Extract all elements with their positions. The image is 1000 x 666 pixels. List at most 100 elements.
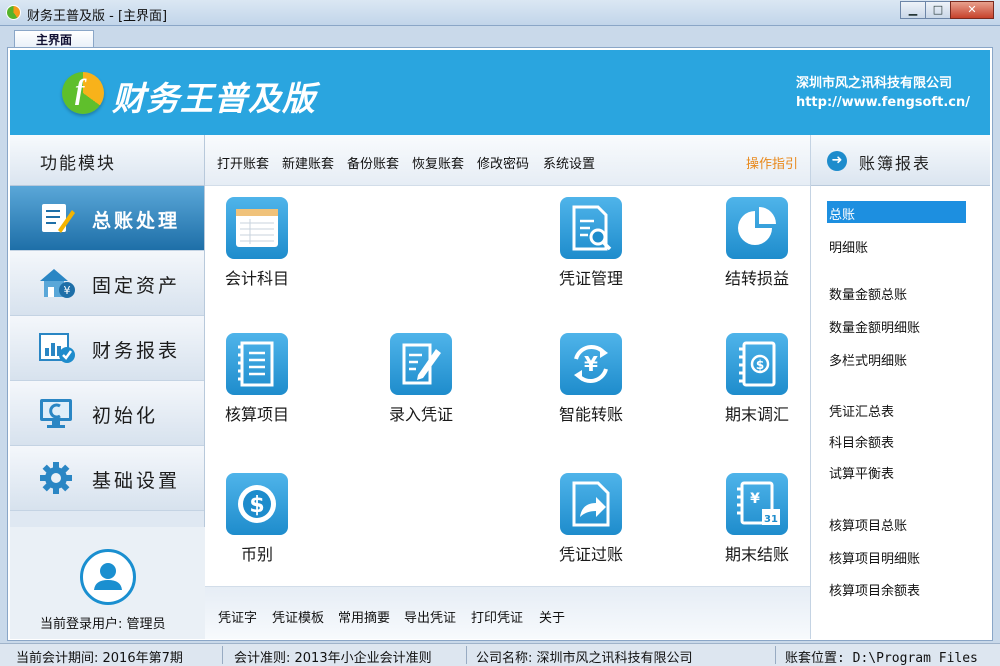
svg-text:$: $ — [249, 493, 264, 518]
report-link-item-general[interactable]: 核算项目总账 — [829, 515, 907, 534]
print-voucher-link[interactable]: 打印凭证 — [471, 607, 523, 626]
yen-cycle-icon: ¥ — [574, 345, 608, 383]
report-link-detail-ledger[interactable]: 明细账 — [829, 237, 868, 256]
backup-account-set-link[interactable]: 备份账套 — [347, 153, 399, 172]
ledger-table-icon — [236, 209, 278, 247]
module-enter-voucher[interactable]: 录入凭证 — [376, 333, 466, 425]
gear-icon — [40, 462, 72, 494]
status-account-location: 账套位置: D:\Program Files — [785, 651, 978, 666]
common-summary-link[interactable]: 常用摘要 — [338, 607, 390, 626]
report-link-subject-balance[interactable]: 科目余额表 — [829, 432, 894, 451]
operation-guide-link[interactable]: 操作指引 — [746, 153, 798, 172]
window-title-bar: 财务王普及版 - [主界面] ▁ □ ✕ — [0, 0, 1000, 26]
restore-account-set-link[interactable]: 恢复账套 — [412, 153, 464, 172]
sidebar-item-initialization[interactable]: 初始化 — [10, 381, 204, 446]
ledger-reports-header: ➜ 账簿报表 — [811, 135, 990, 186]
module-label: 智能转账 — [558, 405, 623, 424]
module-smart-transfer[interactable]: ¥ 智能转账 — [546, 333, 636, 425]
sidebar-header: 功能模块 — [10, 135, 204, 186]
top-toolbar: 打开账套 新建账套 备份账套 恢复账套 修改密码 系统设置 操作指引 — [205, 135, 810, 186]
module-accounting-items[interactable]: 核算项目 — [212, 333, 302, 425]
module-tile: $ — [226, 473, 288, 535]
company-info: 深圳市风之讯科技有限公司 http://www.fengsoft.cn/ — [796, 74, 970, 112]
edit-document-icon — [402, 343, 441, 385]
tab-strip: 主界面 — [0, 26, 1000, 49]
maximize-button[interactable]: □ — [925, 1, 951, 19]
company-url[interactable]: http://www.fengsoft.cn/ — [796, 93, 970, 112]
svg-text:31: 31 — [764, 514, 778, 525]
sidebar-item-label: 总账处理 — [92, 210, 181, 232]
window-title: 财务王普及版 - [主界面] — [27, 9, 168, 24]
report-link-voucher-summary[interactable]: 凭证汇总表 — [829, 401, 894, 420]
module-label: 期末调汇 — [724, 405, 789, 424]
change-password-link[interactable]: 修改密码 — [477, 153, 529, 172]
module-voucher-management[interactable]: 凭证管理 — [546, 197, 636, 289]
close-button[interactable]: ✕ — [950, 1, 994, 19]
arrow-right-icon: ➜ — [827, 151, 847, 171]
module-tile — [560, 197, 622, 259]
report-link-general-ledger[interactable]: 总账 — [827, 201, 966, 223]
pie-chart-icon — [738, 207, 776, 245]
user-avatar-icon[interactable] — [80, 549, 136, 605]
module-label: 币别 — [240, 545, 273, 564]
bottom-toolbar: 凭证字 凭证模板 常用摘要 导出凭证 打印凭证 关于 — [205, 586, 810, 639]
sidebar-item-label: 初始化 — [92, 405, 159, 427]
module-carry-forward-pl[interactable]: 结转损益 — [712, 197, 802, 289]
sidebar-item-financial-reports[interactable]: 财务报表 — [10, 316, 204, 381]
module-label: 期末结账 — [724, 545, 789, 564]
module-tile: ¥ — [560, 333, 622, 395]
ledger-reports-panel: ➜ 账簿报表 总账 明细账 数量金额总账 数量金额明细账 多栏式明细账 凭证汇总… — [810, 135, 990, 639]
report-link-trial-balance[interactable]: 试算平衡表 — [829, 463, 894, 482]
dollar-coin-icon: $ — [238, 485, 276, 523]
module-currency[interactable]: $ 币别 — [212, 473, 302, 565]
report-link-item-balance[interactable]: 核算项目余额表 — [829, 580, 920, 599]
module-label: 会计科目 — [224, 269, 289, 288]
module-grid: 会计科目 凭证管理 结转损益 核算项目 录入凭证 ¥ 智能转账 $ 期末调汇 $… — [205, 186, 810, 586]
report-link-item-detail[interactable]: 核算项目明细账 — [829, 548, 920, 567]
fixed-asset-icon: ¥ — [40, 269, 75, 298]
new-account-set-link[interactable]: 新建账套 — [282, 153, 334, 172]
status-company-name: 公司名称: 深圳市风之讯科技有限公司 — [476, 651, 693, 666]
voucher-type-link[interactable]: 凭证字 — [218, 607, 257, 626]
module-period-end-close[interactable]: ¥ 31 期末结账 — [712, 473, 802, 565]
app-icon — [6, 5, 21, 20]
calendar-yen-icon: ¥ 31 — [737, 481, 780, 525]
user-silhouette-icon — [94, 563, 122, 590]
sidebar-item-fixed-assets[interactable]: ¥ 固定资产 — [10, 251, 204, 316]
status-bar: 当前会计期间: 2016年第7期 会计准则: 2013年小企业会计准则 公司名称… — [0, 643, 1000, 666]
monitor-reset-icon — [40, 399, 72, 428]
ledger-reports-title: 账簿报表 — [859, 154, 932, 173]
post-arrow-icon — [572, 481, 610, 527]
module-label: 凭证管理 — [558, 269, 623, 288]
module-tile — [226, 197, 288, 259]
sidebar-item-basic-settings[interactable]: 基础设置 — [10, 446, 204, 511]
system-settings-link[interactable]: 系统设置 — [543, 153, 595, 172]
status-accounting-period: 当前会计期间: 2016年第7期 — [16, 651, 183, 666]
sidebar-item-general-ledger[interactable]: 总账处理 — [10, 186, 204, 251]
current-user-label: 当前登录用户: 管理员 — [40, 617, 166, 632]
module-label: 凭证过账 — [558, 545, 623, 564]
report-check-icon — [39, 333, 75, 363]
voucher-search-icon — [572, 205, 612, 251]
module-label: 核算项目 — [224, 405, 289, 424]
export-voucher-link[interactable]: 导出凭证 — [404, 607, 456, 626]
sidebar-item-label: 固定资产 — [92, 275, 181, 297]
module-accounting-subjects[interactable]: 会计科目 — [212, 197, 302, 289]
svg-text:¥: ¥ — [584, 352, 598, 376]
module-label: 录入凭证 — [388, 405, 453, 424]
svg-text:¥: ¥ — [750, 491, 760, 507]
report-link-quantity-general[interactable]: 数量金额总账 — [829, 284, 907, 303]
brand-title: 财务王普及版 — [112, 79, 316, 118]
sidebar-title: 功能模块 — [40, 154, 116, 174]
module-post-voucher[interactable]: 凭证过账 — [546, 473, 636, 565]
voucher-template-link[interactable]: 凭证模板 — [272, 607, 324, 626]
minimize-button[interactable]: ▁ — [900, 1, 926, 19]
function-module-sidebar: 功能模块 总账处理 ¥ 固定资产 财务报表 初始化 基础设置 当前登录用户: 管… — [10, 135, 205, 639]
about-link[interactable]: 关于 — [539, 607, 565, 626]
open-account-set-link[interactable]: 打开账套 — [217, 153, 269, 172]
module-tile — [560, 473, 622, 535]
report-link-multi-column[interactable]: 多栏式明细账 — [829, 350, 907, 369]
module-tile: $ — [726, 333, 788, 395]
report-link-quantity-detail[interactable]: 数量金额明细账 — [829, 317, 920, 336]
module-period-end-exchange[interactable]: $ 期末调汇 — [712, 333, 802, 425]
